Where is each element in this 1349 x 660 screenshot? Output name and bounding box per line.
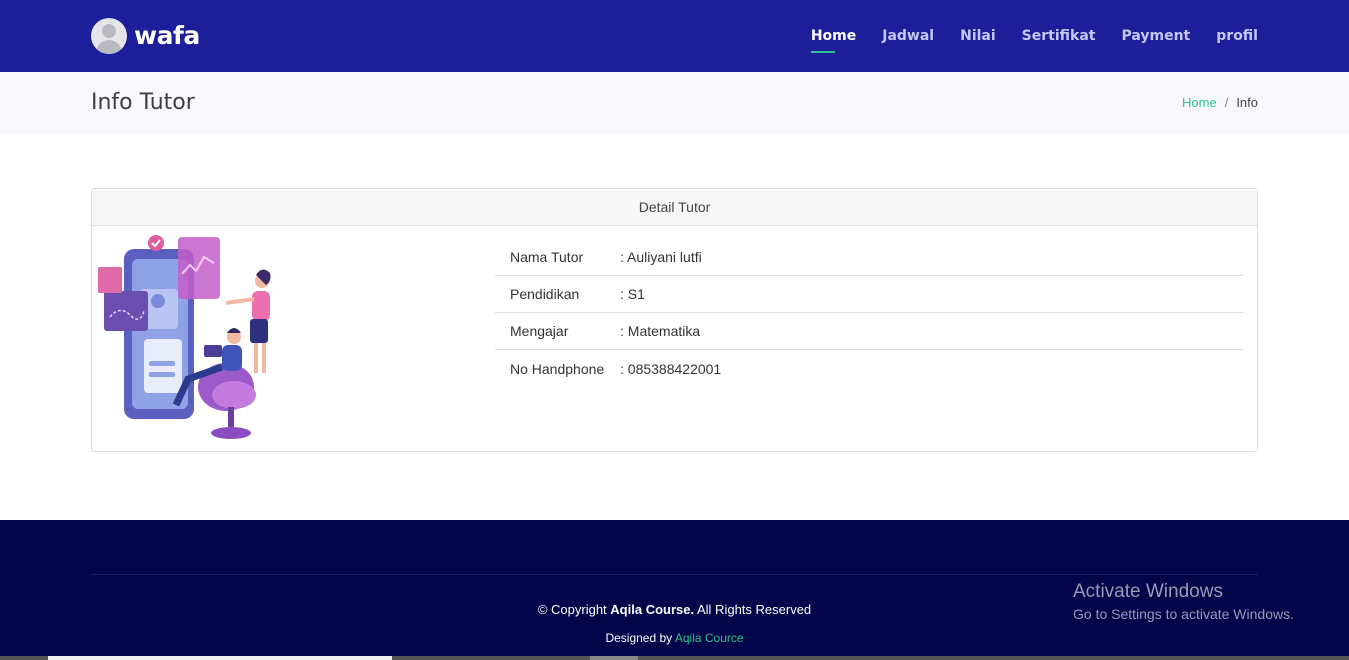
breadcrumb-current: Info bbox=[1236, 95, 1258, 110]
row-value-pendidikan: : S1 bbox=[620, 286, 645, 302]
taskbar-strip bbox=[0, 656, 1349, 660]
tutor-info-table: Nama Tutor : Auliyani lutfi Pendidikan :… bbox=[495, 239, 1243, 387]
nav-nilai[interactable]: Nilai bbox=[960, 28, 996, 44]
page-title: Info Tutor bbox=[91, 90, 195, 115]
breadcrumb-separator: / bbox=[1224, 95, 1229, 110]
copyright-prefix: © Copyright bbox=[537, 602, 607, 617]
nav-profil[interactable]: profil bbox=[1216, 28, 1258, 44]
designed-by-text: Designed by Aqila Cource bbox=[0, 631, 1349, 645]
row-label-nama-tutor: Nama Tutor bbox=[510, 249, 584, 265]
main-nav: Home Jadwal Nilai Sertifikat Payment pro… bbox=[785, 0, 1258, 72]
breadcrumb: Home / Info bbox=[1182, 95, 1258, 110]
row-label-no-handphone: No Handphone bbox=[510, 360, 605, 377]
row-value-mengajar: : Matematika bbox=[620, 323, 701, 339]
nav-jadwal[interactable]: Jadwal bbox=[882, 28, 934, 44]
table-row: Nama Tutor : Auliyani lutfi bbox=[495, 239, 1243, 276]
nav-sertifikat[interactable]: Sertifikat bbox=[1022, 28, 1096, 44]
nav-home[interactable]: Home bbox=[810, 28, 856, 53]
brand-logo[interactable]: wafa bbox=[91, 17, 200, 54]
watermark-subtitle: Go to Settings to activate Windows. bbox=[1073, 606, 1294, 622]
table-row: Pendidikan : S1 bbox=[495, 276, 1243, 313]
row-value-no-handphone: : 085388422001 bbox=[620, 360, 722, 377]
designer-link[interactable]: Aqila Cource bbox=[675, 631, 744, 645]
brand-name: wafa bbox=[134, 21, 200, 50]
footer: © Copyright Aqila Course. All Rights Res… bbox=[0, 520, 1349, 660]
top-navbar: wafa Home Jadwal Nilai Sertifikat Paymen… bbox=[0, 0, 1349, 72]
row-label-mengajar: Mengajar bbox=[510, 323, 569, 339]
row-value-nama-tutor: : Auliyani lutfi bbox=[620, 249, 702, 265]
copyright-suffix: All Rights Reserved bbox=[697, 602, 812, 617]
breadcrumb-home-link[interactable]: Home bbox=[1182, 95, 1217, 110]
table-row: No Handphone : 085388422001 bbox=[495, 350, 1243, 387]
nav-payment[interactable]: Payment bbox=[1121, 28, 1190, 44]
tutor-illustration bbox=[98, 235, 271, 439]
card-header: Detail Tutor bbox=[92, 189, 1257, 226]
table-row: Mengajar : Matematika bbox=[495, 313, 1243, 350]
copyright-brand: Aqila Course. bbox=[610, 602, 695, 617]
watermark-title: Activate Windows bbox=[1073, 581, 1223, 602]
row-label-pendidikan: Pendidikan bbox=[510, 286, 580, 302]
taskbar-segment bbox=[590, 656, 638, 660]
tutor-detail-card: Detail Tutor Nama Tutor: Auliyani lutfi… bbox=[91, 188, 1258, 452]
footer-divider bbox=[91, 574, 1258, 575]
user-avatar-icon bbox=[91, 17, 127, 54]
page-header: Info Tutor Home / Info bbox=[0, 72, 1349, 134]
activate-windows-watermark: Activate Windows Go to Settings to activ… bbox=[1073, 581, 1294, 622]
taskbar-segment bbox=[48, 656, 392, 660]
designed-prefix: Designed by bbox=[605, 631, 673, 645]
